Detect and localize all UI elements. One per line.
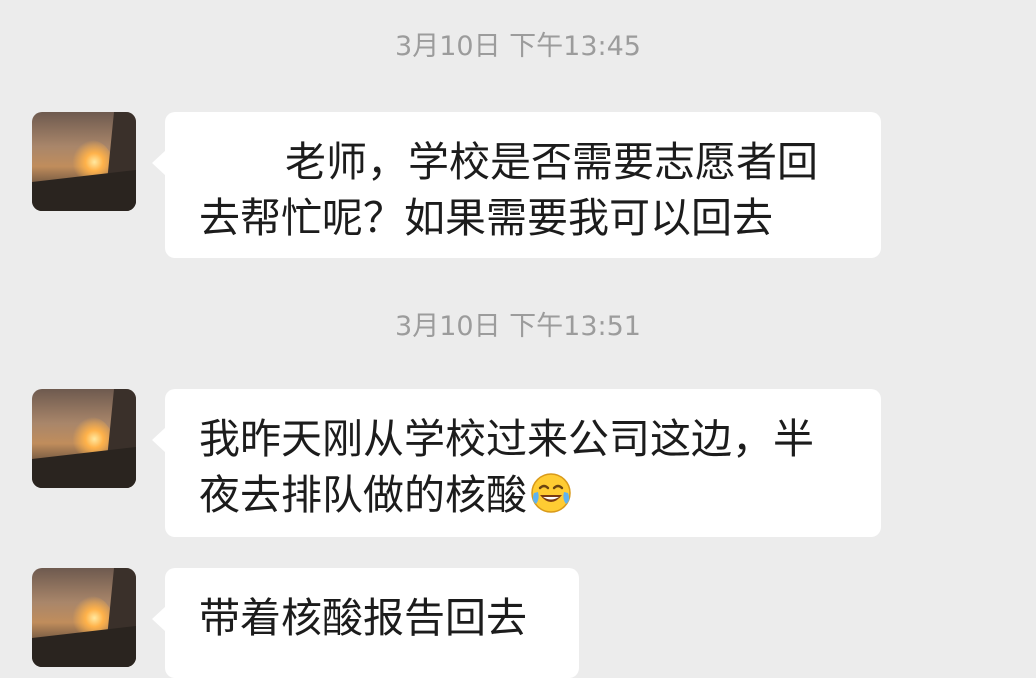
- message-bubble[interactable]: 我昨天刚从学校过来公司这边，半 夜去排队做的核酸: [152, 389, 881, 537]
- tears-of-joy-emoji-icon: [531, 473, 571, 513]
- avatar[interactable]: [32, 112, 136, 211]
- avatar[interactable]: [32, 389, 136, 488]
- chat-view: 3月10日 下午13:45 老师，学校是否需要志愿者回 去帮忙呢？如果需要我可以…: [0, 0, 1036, 678]
- timestamp: 3月10日 下午13:45: [395, 31, 641, 62]
- message-line: 带着核酸报告回去: [199, 594, 527, 642]
- avatar[interactable]: [32, 568, 136, 667]
- message-line: 老师，学校是否需要志愿者回: [285, 138, 818, 186]
- sunset-photo-avatar-icon: [32, 112, 136, 211]
- timestamp: 3月10日 下午13:51: [395, 311, 641, 342]
- sunset-photo-avatar-icon: [32, 568, 136, 667]
- sunset-photo-avatar-icon: [32, 389, 136, 488]
- message-line: 我昨天刚从学校过来公司这边，半: [199, 415, 814, 463]
- message-line: 去帮忙呢？如果需要我可以回去: [199, 194, 773, 242]
- message-bubble[interactable]: 老师，学校是否需要志愿者回 去帮忙呢？如果需要我可以回去: [152, 112, 881, 258]
- message-line: 夜去排队做的核酸: [199, 467, 847, 523]
